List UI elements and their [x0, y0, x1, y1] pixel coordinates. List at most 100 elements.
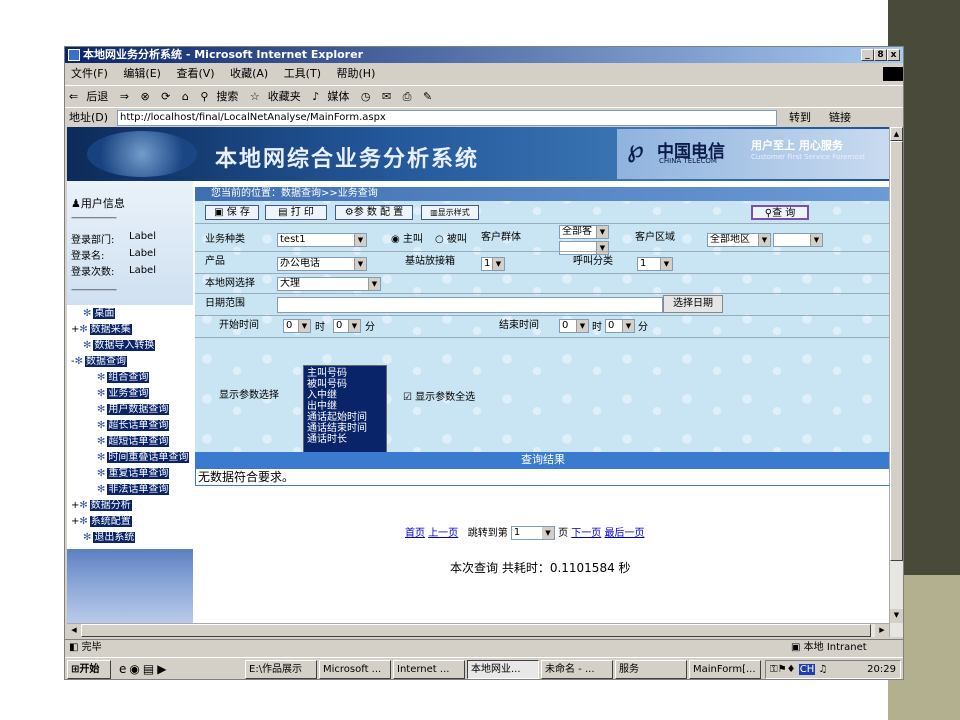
- user-info-panel: ♟用户信息 -------------------- 登录部门: Label 登…: [67, 181, 193, 305]
- taskbar-item-untitled[interactable]: 未命名 - ...: [541, 660, 613, 679]
- tree-node-icon: ✻: [97, 468, 106, 479]
- customer-group-select[interactable]: 全部客 ▼: [559, 225, 609, 239]
- product-select[interactable]: 办公电话 ▼: [277, 257, 367, 271]
- search-icon[interactable]: ⚲: [200, 90, 208, 103]
- listbox-option[interactable]: 通话结束时间: [307, 423, 383, 434]
- tree-item-data-analysis[interactable]: +✻ 数据分析: [71, 499, 132, 513]
- favorites-icon[interactable]: ☆: [250, 90, 260, 103]
- taskbar-item-active-app[interactable]: 本地网业...: [467, 660, 539, 679]
- mail-icon[interactable]: ✉: [382, 90, 391, 103]
- listbox-option[interactable]: 通话起始时间: [307, 412, 383, 423]
- horizontal-scrollbar[interactable]: ◀ ▶: [67, 623, 889, 637]
- base-station-select[interactable]: 1 ▼: [481, 257, 505, 271]
- taskbar-item-internet[interactable]: Internet ...: [393, 660, 465, 679]
- stop-icon[interactable]: ⊗: [140, 90, 149, 103]
- menu-favorites[interactable]: 收藏(A): [230, 67, 268, 80]
- back-arrow-icon[interactable]: ⇐: [69, 90, 78, 103]
- favorites-button[interactable]: 收藏夹: [268, 90, 301, 103]
- search-button[interactable]: 搜索: [216, 90, 238, 103]
- menu-view[interactable]: 查看(V): [176, 67, 214, 80]
- page-select[interactable]: 1 ▼: [510, 526, 555, 540]
- history-icon[interactable]: ◷: [361, 90, 371, 103]
- listbox-option[interactable]: 入中继: [307, 390, 383, 401]
- tree-item-exit[interactable]: ✻ 退出系统: [83, 531, 136, 545]
- tree-item-data-import[interactable]: ✻ 数据导入转换: [83, 339, 156, 353]
- dropdown-arrow-icon: ▼: [596, 242, 608, 254]
- media-icon[interactable]: ♪: [312, 90, 319, 103]
- start-button[interactable]: ⊞开始: [67, 660, 111, 679]
- home-icon[interactable]: ⌂: [182, 90, 189, 103]
- media-button[interactable]: 媒体: [327, 90, 349, 103]
- menu-help[interactable]: 帮助(H): [337, 67, 376, 80]
- tree-item-overlap-query[interactable]: ✻ 时间重叠话单查询: [97, 451, 190, 465]
- taskbar-item-explorer[interactable]: E:\作品展示: [245, 660, 317, 679]
- tree-item-system-config[interactable]: +✻ 系统配置: [71, 515, 132, 529]
- start-minute-select[interactable]: 0 ▼: [333, 319, 361, 333]
- taskbar-item-mainform[interactable]: MainForm[...: [689, 660, 761, 679]
- dropdown-arrow-icon: ▼: [354, 234, 366, 246]
- tree-item-user-data-query[interactable]: ✻ 用户数据查询: [97, 403, 170, 417]
- close-button[interactable]: x: [887, 49, 900, 61]
- menu-edit[interactable]: 编辑(E): [123, 67, 161, 80]
- biz-type-select[interactable]: test1 ▼: [277, 233, 367, 247]
- select-all-checkbox[interactable]: ☑ 显示参数全选: [403, 391, 475, 405]
- local-net-label: 本地网选择: [205, 278, 255, 289]
- tree-node-icon: ✻: [83, 340, 92, 351]
- display-params-listbox[interactable]: 主叫号码 被叫号码 入中继 出中继 通话起始时间 通话结束时间 通话时长: [303, 365, 387, 459]
- first-page-link[interactable]: 首页: [405, 528, 425, 539]
- callee-radio[interactable]: ○ 被叫: [435, 233, 467, 247]
- save-button[interactable]: ▣ 保 存: [205, 205, 259, 220]
- customer-subgroup-select[interactable]: ▼: [559, 241, 609, 255]
- minimize-button[interactable]: _: [861, 49, 874, 61]
- refresh-icon[interactable]: ⟳: [161, 90, 170, 103]
- tree-item-business-query[interactable]: ✻ 业务查询: [97, 387, 150, 401]
- go-button[interactable]: 转到: [789, 108, 811, 128]
- end-hour-select[interactable]: 0 ▼: [559, 319, 589, 333]
- tree-item-duplicate-query[interactable]: ✻ 重复话单查询: [97, 467, 170, 481]
- menu-tools[interactable]: 工具(T): [284, 67, 321, 80]
- vertical-scrollbar[interactable]: ▲ ▼: [889, 127, 903, 637]
- radio-unchecked-icon: ○: [435, 234, 444, 245]
- maximize-button[interactable]: 8: [874, 49, 887, 61]
- start-hour-select[interactable]: 0 ▼: [283, 319, 311, 333]
- end-minute-select[interactable]: 0 ▼: [605, 319, 635, 333]
- listbox-option[interactable]: 通话时长: [307, 434, 383, 445]
- quick-launch[interactable]: e◉▤▶: [119, 661, 169, 677]
- tree-item-short-call-query[interactable]: ✻ 超短话单查询: [97, 435, 170, 449]
- tree-item-long-call-query[interactable]: ✻ 超长话单查询: [97, 419, 170, 433]
- print-icon[interactable]: ⎙: [403, 90, 412, 103]
- tree-item-data-query[interactable]: -✻ 数据查询: [71, 355, 127, 369]
- url-input[interactable]: http://localhost/final/LocalNetAnalyse/M…: [117, 110, 777, 126]
- caller-radio[interactable]: ◉ 主叫: [391, 233, 423, 247]
- back-button[interactable]: 后退: [86, 90, 108, 103]
- display-style-button[interactable]: ▥显示样式: [421, 205, 479, 220]
- param-config-button[interactable]: ⚙参 数 配 置: [335, 205, 413, 220]
- forward-arrow-icon[interactable]: ⇒: [120, 90, 129, 103]
- listbox-option[interactable]: 被叫号码: [307, 379, 383, 390]
- tree-item-illegal-query[interactable]: ✻ 非法话单查询: [97, 483, 170, 497]
- lang-indicator[interactable]: CH: [798, 664, 816, 675]
- tree-item-data-collection[interactable]: +✻ 数据采集: [71, 323, 132, 337]
- last-page-link[interactable]: 最后一页: [604, 528, 644, 539]
- taskbar-item-services[interactable]: 服务: [615, 660, 687, 679]
- tree-node-icon: ✻: [97, 372, 106, 383]
- listbox-option[interactable]: 出中继: [307, 401, 383, 412]
- choose-date-button[interactable]: 选择日期: [663, 295, 723, 313]
- scroll-left-icon: ◀: [67, 624, 81, 637]
- tree-item-combined-query[interactable]: ✻ 组合查询: [97, 371, 150, 385]
- query-button[interactable]: ⚲查 询: [751, 205, 809, 220]
- local-net-select[interactable]: 大理 ▼: [277, 277, 381, 291]
- print-button[interactable]: ▤ 打 印: [265, 205, 327, 220]
- taskbar-item-microsoft[interactable]: Microsoft ...: [319, 660, 391, 679]
- date-range-input[interactable]: [277, 297, 663, 313]
- next-page-link[interactable]: 下一页: [571, 528, 601, 539]
- edit-icon[interactable]: ✎: [423, 90, 432, 103]
- listbox-option[interactable]: 主叫号码: [307, 368, 383, 379]
- menu-file[interactable]: 文件(F): [71, 67, 108, 80]
- customer-area-select[interactable]: 全部地区 ▼: [707, 233, 771, 247]
- links-button[interactable]: 链接: [829, 108, 851, 128]
- tree-item-desktop[interactable]: ✻ 桌面: [83, 307, 116, 321]
- customer-subarea-select[interactable]: ▼: [773, 233, 823, 247]
- prev-page-link[interactable]: 上一页: [428, 528, 458, 539]
- call-class-select[interactable]: 1 ▼: [637, 257, 673, 271]
